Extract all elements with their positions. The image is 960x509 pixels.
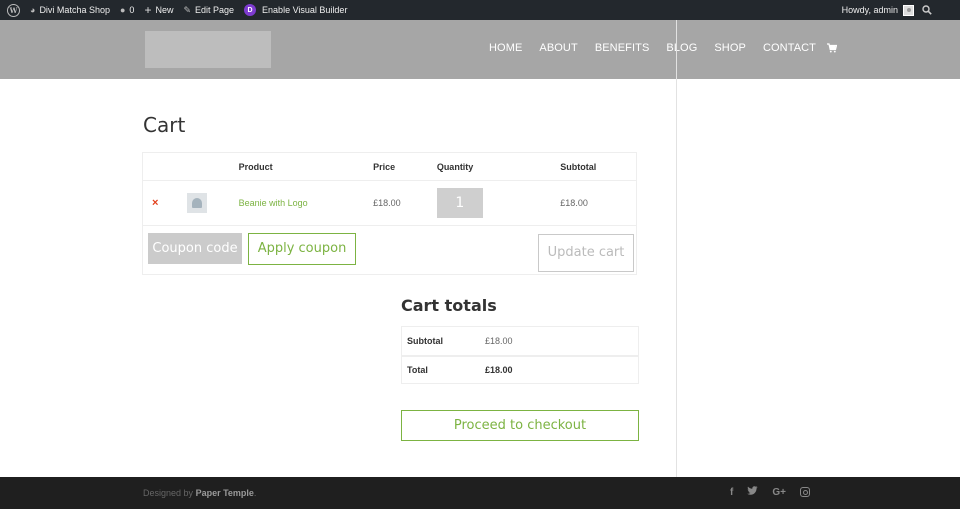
wordpress-logo-icon[interactable]: W bbox=[2, 0, 25, 20]
quantity-input[interactable]: 1 bbox=[436, 188, 483, 218]
header-quantity: Quantity bbox=[436, 161, 474, 172]
total-value: £18.00 bbox=[485, 365, 513, 375]
header-subtotal: Subtotal bbox=[560, 161, 597, 172]
admin-bar-visual-builder[interactable]: D Enable Visual Builder bbox=[239, 0, 352, 20]
nav-item-about[interactable]: ABOUT bbox=[539, 42, 577, 54]
nav-item-benefits[interactable]: BENEFITS bbox=[595, 42, 650, 54]
comments-count: 0 bbox=[129, 5, 135, 15]
totals-row-total: Total £18.00 bbox=[402, 355, 638, 383]
instagram-icon[interactable] bbox=[799, 487, 810, 497]
designed-by-text: Designed by bbox=[143, 488, 194, 498]
footer-brand-link[interactable]: Paper Temple bbox=[196, 488, 254, 498]
nav-item-shop[interactable]: SHOP bbox=[714, 42, 746, 54]
site-name: Divi Matcha Shop bbox=[39, 5, 110, 15]
divi-logo-icon: D bbox=[244, 4, 257, 16]
item-price: £18.00 bbox=[373, 198, 401, 208]
footer-credit: Designed by Paper Temple. bbox=[143, 488, 256, 498]
footer-suffix: . bbox=[253, 488, 257, 498]
total-label: Total bbox=[407, 365, 428, 375]
cart-totals-table: Subtotal £18.00 Total £18.00 bbox=[401, 326, 639, 384]
facebook-icon[interactable]: f bbox=[730, 487, 733, 498]
header-price: Price bbox=[373, 161, 396, 172]
admin-bar-comments[interactable]: ● 0 bbox=[115, 0, 139, 20]
site-logo[interactable] bbox=[145, 31, 271, 68]
remove-item-button[interactable]: × bbox=[152, 197, 158, 209]
site-header: HOME ABOUT BENEFITS BLOG SHOP CONTACT bbox=[0, 20, 960, 79]
nav-item-contact[interactable]: CONTACT bbox=[763, 42, 816, 54]
coupon-code-input[interactable]: Coupon code bbox=[148, 233, 242, 264]
twitter-icon[interactable] bbox=[747, 486, 758, 498]
dashboard-icon: ◕ bbox=[30, 5, 36, 15]
admin-bar-account[interactable]: Howdy, admin bbox=[837, 0, 919, 20]
social-links: f G+ bbox=[730, 486, 810, 498]
page-title: Cart bbox=[143, 113, 186, 137]
admin-bar-site-link[interactable]: ◕ Divi Matcha Shop bbox=[25, 0, 115, 20]
beanie-icon bbox=[191, 198, 202, 208]
cart-actions: Coupon code Apply coupon Update cart bbox=[143, 226, 636, 274]
nav-item-blog[interactable]: BLOG bbox=[666, 42, 697, 54]
proceed-to-checkout-button[interactable]: Proceed to checkout bbox=[401, 410, 639, 441]
new-label: New bbox=[155, 5, 174, 15]
product-thumbnail[interactable] bbox=[186, 193, 207, 213]
subtotal-value: £18.00 bbox=[485, 336, 513, 346]
comment-icon: ● bbox=[119, 5, 126, 15]
item-subtotal: £18.00 bbox=[560, 198, 588, 208]
cart-icon[interactable] bbox=[827, 43, 837, 53]
edit-page-label: Edit Page bbox=[195, 5, 235, 15]
search-icon[interactable] bbox=[919, 0, 937, 20]
subtotal-label: Subtotal bbox=[407, 336, 443, 346]
admin-bar-new[interactable]: + New bbox=[139, 0, 178, 20]
plus-icon: + bbox=[144, 3, 152, 17]
visual-builder-label: Enable Visual Builder bbox=[262, 5, 348, 15]
apply-coupon-button[interactable]: Apply coupon bbox=[248, 233, 356, 265]
product-link[interactable]: Beanie with Logo bbox=[239, 198, 308, 208]
cart-totals-title: Cart totals bbox=[401, 296, 497, 315]
pencil-icon: ✎ bbox=[183, 4, 192, 15]
sidebar-divider bbox=[676, 20, 677, 477]
avatar bbox=[903, 4, 914, 16]
cart-table: Product Price Quantity Subtotal × Beanie… bbox=[142, 152, 637, 275]
nav-item-home[interactable]: HOME bbox=[489, 42, 522, 54]
cart-table-header: Product Price Quantity Subtotal bbox=[143, 153, 636, 181]
totals-row-subtotal: Subtotal £18.00 bbox=[402, 327, 638, 355]
header-product: Product bbox=[238, 161, 273, 172]
howdy-label: Howdy, admin bbox=[841, 5, 898, 15]
admin-bar: W ◕ Divi Matcha Shop ● 0 + New ✎ Edit Pa… bbox=[0, 0, 960, 20]
site-footer: Designed by Paper Temple. f G+ bbox=[0, 477, 960, 509]
google-plus-icon[interactable]: G+ bbox=[772, 487, 786, 498]
update-cart-button[interactable]: Update cart bbox=[538, 234, 634, 272]
admin-bar-edit-page[interactable]: ✎ Edit Page bbox=[178, 0, 239, 20]
table-row: × Beanie with Logo £18.00 1 £18.00 bbox=[143, 181, 636, 226]
main-nav: HOME ABOUT BENEFITS BLOG SHOP CONTACT bbox=[489, 42, 837, 54]
